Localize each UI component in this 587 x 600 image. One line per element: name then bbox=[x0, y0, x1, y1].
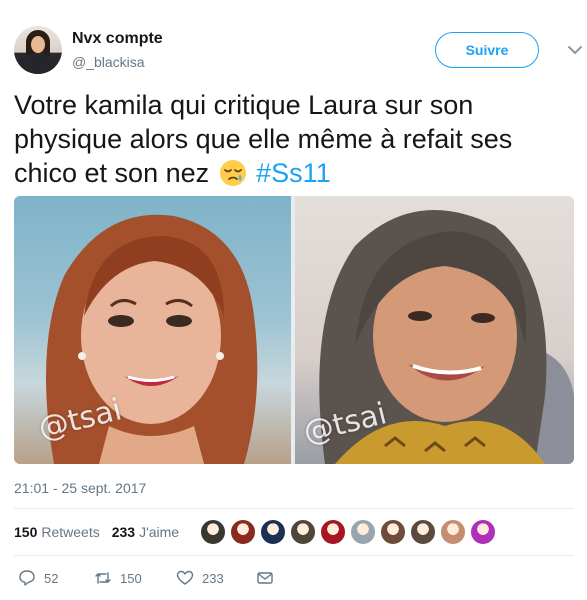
likes-label: J'aime bbox=[139, 524, 180, 540]
user-name[interactable]: Nvx compte bbox=[72, 30, 163, 48]
envelope-icon bbox=[257, 572, 273, 584]
tweet-stats: 150 Retweets 233 J'aime bbox=[14, 517, 574, 547]
divider bbox=[14, 555, 574, 556]
liker-avatar[interactable] bbox=[200, 519, 226, 545]
likes-count: 233 bbox=[111, 524, 136, 540]
liker-avatar[interactable] bbox=[290, 519, 316, 545]
like-count: 233 bbox=[202, 570, 224, 586]
liker-avatar[interactable] bbox=[350, 519, 376, 545]
liker-avatar[interactable] bbox=[410, 519, 436, 545]
avatar-face bbox=[31, 36, 45, 53]
photo-left[interactable]: @tsai bbox=[14, 196, 291, 464]
reply-button[interactable]: 52 bbox=[18, 566, 58, 590]
liker-avatar[interactable] bbox=[380, 519, 406, 545]
liker-avatar[interactable] bbox=[260, 519, 286, 545]
liker-avatar[interactable] bbox=[320, 519, 346, 545]
retweet-icon bbox=[95, 572, 111, 584]
user-handle[interactable]: @_blackisa bbox=[72, 54, 145, 70]
retweets-count: 150 bbox=[14, 524, 38, 540]
likers-avatars bbox=[200, 517, 500, 547]
retweets-stat[interactable]: 150 Retweets bbox=[14, 524, 100, 540]
media-grid[interactable]: @tsai @tsai bbox=[14, 196, 574, 464]
retweet-button[interactable]: 150 bbox=[94, 566, 142, 590]
liker-avatar[interactable] bbox=[440, 519, 466, 545]
photo-right[interactable]: @tsai bbox=[295, 196, 574, 464]
tweet-timestamp[interactable]: 21:01 - 25 sept. 2017 bbox=[14, 480, 146, 496]
avatar[interactable] bbox=[14, 26, 62, 74]
likes-stat[interactable]: 233 J'aime bbox=[112, 524, 179, 540]
tweet-actions: 52 150 233 bbox=[14, 566, 574, 590]
tweet-text: Votre kamila qui critique Laura sur son … bbox=[14, 88, 574, 190]
chevron-down-icon[interactable] bbox=[565, 40, 585, 60]
retweets-label: Retweets bbox=[41, 524, 100, 540]
divider bbox=[14, 508, 574, 509]
heart-icon bbox=[176, 570, 194, 585]
retweet-count: 150 bbox=[120, 570, 142, 586]
tweet-header: Nvx compte @_blackisa Suivre bbox=[14, 22, 582, 78]
like-button[interactable]: 233 bbox=[176, 566, 224, 590]
hashtag-link[interactable]: #Ss11 bbox=[256, 158, 331, 188]
liker-avatar[interactable] bbox=[470, 519, 496, 545]
avatar-body bbox=[25, 53, 51, 74]
reply-icon bbox=[19, 570, 35, 586]
direct-message-button[interactable] bbox=[256, 566, 282, 590]
reply-count: 52 bbox=[44, 570, 59, 586]
liker-avatar[interactable] bbox=[230, 519, 256, 545]
sleepy-face-icon bbox=[219, 160, 246, 186]
follow-button[interactable]: Suivre bbox=[435, 32, 539, 68]
